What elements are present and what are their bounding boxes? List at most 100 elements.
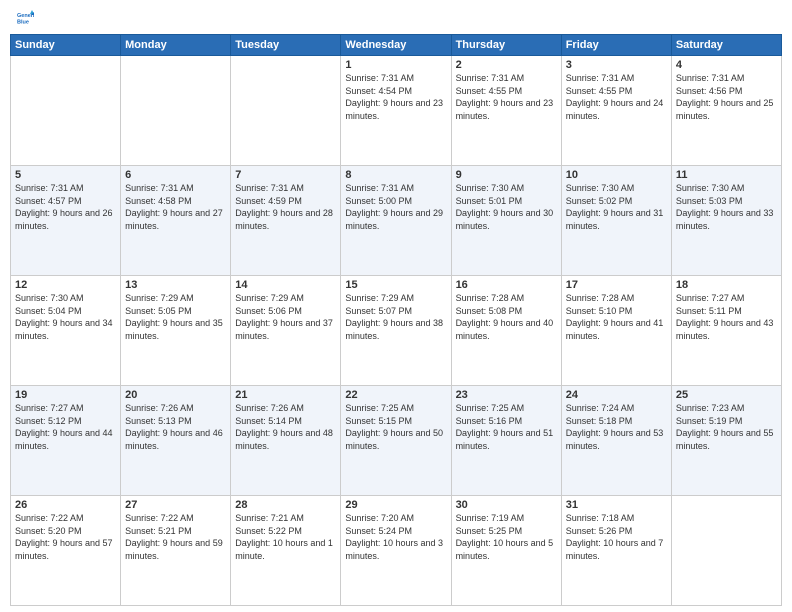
calendar-cell: 7Sunrise: 7:31 AM Sunset: 4:59 PM Daylig… bbox=[231, 166, 341, 276]
calendar-cell: 6Sunrise: 7:31 AM Sunset: 4:58 PM Daylig… bbox=[121, 166, 231, 276]
calendar-week-row: 12Sunrise: 7:30 AM Sunset: 5:04 PM Dayli… bbox=[11, 276, 782, 386]
day-info: Sunrise: 7:27 AM Sunset: 5:12 PM Dayligh… bbox=[15, 402, 116, 452]
day-info: Sunrise: 7:31 AM Sunset: 4:54 PM Dayligh… bbox=[345, 72, 446, 122]
logo-icon: General Blue bbox=[16, 10, 34, 28]
day-info: Sunrise: 7:22 AM Sunset: 5:20 PM Dayligh… bbox=[15, 512, 116, 562]
day-number: 25 bbox=[676, 389, 777, 401]
calendar-cell: 31Sunrise: 7:18 AM Sunset: 5:26 PM Dayli… bbox=[561, 496, 671, 606]
day-info: Sunrise: 7:29 AM Sunset: 5:07 PM Dayligh… bbox=[345, 292, 446, 342]
day-info: Sunrise: 7:22 AM Sunset: 5:21 PM Dayligh… bbox=[125, 512, 226, 562]
calendar-cell: 14Sunrise: 7:29 AM Sunset: 5:06 PM Dayli… bbox=[231, 276, 341, 386]
calendar-cell: 10Sunrise: 7:30 AM Sunset: 5:02 PM Dayli… bbox=[561, 166, 671, 276]
calendar-cell: 12Sunrise: 7:30 AM Sunset: 5:04 PM Dayli… bbox=[11, 276, 121, 386]
calendar-cell: 16Sunrise: 7:28 AM Sunset: 5:08 PM Dayli… bbox=[451, 276, 561, 386]
calendar-cell: 11Sunrise: 7:30 AM Sunset: 5:03 PM Dayli… bbox=[671, 166, 781, 276]
calendar-cell: 22Sunrise: 7:25 AM Sunset: 5:15 PM Dayli… bbox=[341, 386, 451, 496]
day-number: 10 bbox=[566, 169, 667, 181]
day-number: 15 bbox=[345, 279, 446, 291]
calendar-cell: 25Sunrise: 7:23 AM Sunset: 5:19 PM Dayli… bbox=[671, 386, 781, 496]
day-number: 4 bbox=[676, 59, 777, 71]
day-number: 16 bbox=[456, 279, 557, 291]
day-info: Sunrise: 7:19 AM Sunset: 5:25 PM Dayligh… bbox=[456, 512, 557, 562]
calendar-cell: 3Sunrise: 7:31 AM Sunset: 4:55 PM Daylig… bbox=[561, 56, 671, 166]
day-info: Sunrise: 7:28 AM Sunset: 5:10 PM Dayligh… bbox=[566, 292, 667, 342]
day-number: 2 bbox=[456, 59, 557, 71]
calendar-cell: 26Sunrise: 7:22 AM Sunset: 5:20 PM Dayli… bbox=[11, 496, 121, 606]
weekday-header: Tuesday bbox=[231, 35, 341, 56]
calendar-cell bbox=[671, 496, 781, 606]
day-number: 1 bbox=[345, 59, 446, 71]
weekday-header: Thursday bbox=[451, 35, 561, 56]
calendar-cell: 4Sunrise: 7:31 AM Sunset: 4:56 PM Daylig… bbox=[671, 56, 781, 166]
day-info: Sunrise: 7:25 AM Sunset: 5:16 PM Dayligh… bbox=[456, 402, 557, 452]
day-info: Sunrise: 7:21 AM Sunset: 5:22 PM Dayligh… bbox=[235, 512, 336, 562]
calendar-cell: 9Sunrise: 7:30 AM Sunset: 5:01 PM Daylig… bbox=[451, 166, 561, 276]
weekday-header: Saturday bbox=[671, 35, 781, 56]
calendar-cell: 13Sunrise: 7:29 AM Sunset: 5:05 PM Dayli… bbox=[121, 276, 231, 386]
day-info: Sunrise: 7:31 AM Sunset: 4:59 PM Dayligh… bbox=[235, 182, 336, 232]
svg-text:Blue: Blue bbox=[17, 20, 29, 26]
day-info: Sunrise: 7:31 AM Sunset: 4:57 PM Dayligh… bbox=[15, 182, 116, 232]
day-number: 28 bbox=[235, 499, 336, 511]
day-number: 22 bbox=[345, 389, 446, 401]
day-info: Sunrise: 7:31 AM Sunset: 4:55 PM Dayligh… bbox=[566, 72, 667, 122]
calendar-week-row: 1Sunrise: 7:31 AM Sunset: 4:54 PM Daylig… bbox=[11, 56, 782, 166]
day-info: Sunrise: 7:23 AM Sunset: 5:19 PM Dayligh… bbox=[676, 402, 777, 452]
weekday-header: Friday bbox=[561, 35, 671, 56]
day-number: 12 bbox=[15, 279, 116, 291]
day-info: Sunrise: 7:30 AM Sunset: 5:03 PM Dayligh… bbox=[676, 182, 777, 232]
calendar-cell bbox=[231, 56, 341, 166]
day-info: Sunrise: 7:30 AM Sunset: 5:02 PM Dayligh… bbox=[566, 182, 667, 232]
day-number: 21 bbox=[235, 389, 336, 401]
day-number: 7 bbox=[235, 169, 336, 181]
calendar-cell: 27Sunrise: 7:22 AM Sunset: 5:21 PM Dayli… bbox=[121, 496, 231, 606]
day-info: Sunrise: 7:31 AM Sunset: 4:58 PM Dayligh… bbox=[125, 182, 226, 232]
day-info: Sunrise: 7:30 AM Sunset: 5:04 PM Dayligh… bbox=[15, 292, 116, 342]
calendar-cell: 18Sunrise: 7:27 AM Sunset: 5:11 PM Dayli… bbox=[671, 276, 781, 386]
page: General Blue SundayMondayTuesdayWednesda… bbox=[0, 0, 792, 612]
day-number: 18 bbox=[676, 279, 777, 291]
calendar-cell: 5Sunrise: 7:31 AM Sunset: 4:57 PM Daylig… bbox=[11, 166, 121, 276]
calendar-week-row: 5Sunrise: 7:31 AM Sunset: 4:57 PM Daylig… bbox=[11, 166, 782, 276]
calendar-week-row: 19Sunrise: 7:27 AM Sunset: 5:12 PM Dayli… bbox=[11, 386, 782, 496]
logo: General Blue bbox=[16, 10, 36, 28]
day-number: 3 bbox=[566, 59, 667, 71]
calendar-week-row: 26Sunrise: 7:22 AM Sunset: 5:20 PM Dayli… bbox=[11, 496, 782, 606]
day-number: 8 bbox=[345, 169, 446, 181]
day-info: Sunrise: 7:26 AM Sunset: 5:14 PM Dayligh… bbox=[235, 402, 336, 452]
day-number: 30 bbox=[456, 499, 557, 511]
calendar-cell: 2Sunrise: 7:31 AM Sunset: 4:55 PM Daylig… bbox=[451, 56, 561, 166]
calendar-cell: 19Sunrise: 7:27 AM Sunset: 5:12 PM Dayli… bbox=[11, 386, 121, 496]
day-number: 11 bbox=[676, 169, 777, 181]
calendar-cell: 29Sunrise: 7:20 AM Sunset: 5:24 PM Dayli… bbox=[341, 496, 451, 606]
day-number: 19 bbox=[15, 389, 116, 401]
day-number: 26 bbox=[15, 499, 116, 511]
calendar-cell: 24Sunrise: 7:24 AM Sunset: 5:18 PM Dayli… bbox=[561, 386, 671, 496]
calendar-cell: 20Sunrise: 7:26 AM Sunset: 5:13 PM Dayli… bbox=[121, 386, 231, 496]
day-number: 9 bbox=[456, 169, 557, 181]
calendar-cell: 28Sunrise: 7:21 AM Sunset: 5:22 PM Dayli… bbox=[231, 496, 341, 606]
calendar-table: SundayMondayTuesdayWednesdayThursdayFrid… bbox=[10, 34, 782, 606]
calendar: SundayMondayTuesdayWednesdayThursdayFrid… bbox=[0, 34, 792, 612]
day-number: 24 bbox=[566, 389, 667, 401]
day-info: Sunrise: 7:29 AM Sunset: 5:06 PM Dayligh… bbox=[235, 292, 336, 342]
day-info: Sunrise: 7:31 AM Sunset: 5:00 PM Dayligh… bbox=[345, 182, 446, 232]
day-info: Sunrise: 7:31 AM Sunset: 4:56 PM Dayligh… bbox=[676, 72, 777, 122]
header: General Blue bbox=[0, 0, 792, 34]
weekday-header-row: SundayMondayTuesdayWednesdayThursdayFrid… bbox=[11, 35, 782, 56]
day-info: Sunrise: 7:29 AM Sunset: 5:05 PM Dayligh… bbox=[125, 292, 226, 342]
day-number: 13 bbox=[125, 279, 226, 291]
calendar-cell: 1Sunrise: 7:31 AM Sunset: 4:54 PM Daylig… bbox=[341, 56, 451, 166]
calendar-cell bbox=[121, 56, 231, 166]
day-info: Sunrise: 7:25 AM Sunset: 5:15 PM Dayligh… bbox=[345, 402, 446, 452]
day-number: 20 bbox=[125, 389, 226, 401]
weekday-header: Sunday bbox=[11, 35, 121, 56]
day-number: 5 bbox=[15, 169, 116, 181]
day-info: Sunrise: 7:18 AM Sunset: 5:26 PM Dayligh… bbox=[566, 512, 667, 562]
day-info: Sunrise: 7:24 AM Sunset: 5:18 PM Dayligh… bbox=[566, 402, 667, 452]
day-info: Sunrise: 7:30 AM Sunset: 5:01 PM Dayligh… bbox=[456, 182, 557, 232]
day-info: Sunrise: 7:31 AM Sunset: 4:55 PM Dayligh… bbox=[456, 72, 557, 122]
weekday-header: Wednesday bbox=[341, 35, 451, 56]
calendar-cell: 30Sunrise: 7:19 AM Sunset: 5:25 PM Dayli… bbox=[451, 496, 561, 606]
day-info: Sunrise: 7:28 AM Sunset: 5:08 PM Dayligh… bbox=[456, 292, 557, 342]
